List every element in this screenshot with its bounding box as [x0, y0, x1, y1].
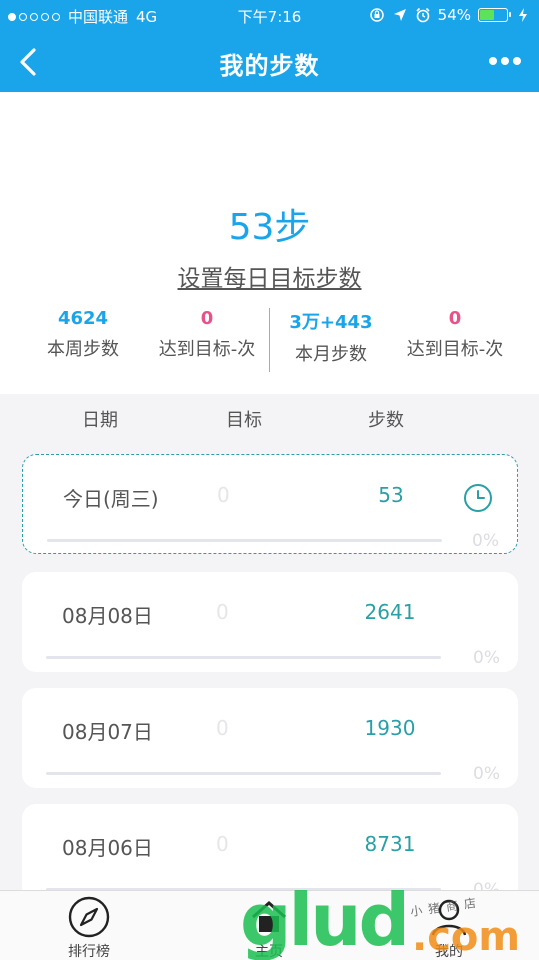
more-dot-icon	[489, 57, 497, 65]
stat-week-steps: 4624 本周步数	[16, 308, 150, 361]
row-percent: 0%	[473, 648, 500, 668]
row-goal: 0	[216, 600, 229, 624]
clock-icon[interactable]	[463, 483, 493, 513]
row-progress-bar	[47, 539, 442, 542]
watermark-suffix: .com	[412, 914, 521, 960]
stat-value: 4624	[57, 308, 109, 329]
row-date: 08月07日	[62, 720, 153, 744]
more-dot-icon	[501, 57, 509, 65]
step-summary: 53步 设置每日目标步数 4624 本周步数 0 达到目标-次 3万+443 本…	[0, 92, 539, 394]
stat-label: 本周步数	[47, 339, 119, 360]
row-steps: 1930	[364, 716, 416, 740]
rotation-lock-icon	[369, 7, 385, 23]
day-row[interactable]: 08月07日 0 1930 0%	[22, 688, 518, 788]
stat-month-steps: 3万+443 本月步数	[264, 308, 398, 366]
row-progress-bar	[46, 772, 441, 775]
location-icon	[392, 7, 408, 23]
stat-label: 达到目标-次	[158, 339, 256, 360]
page-title: 我的步数	[219, 52, 320, 80]
battery-percent: 54%	[437, 6, 471, 24]
day-row[interactable]: 08月08日 0 2641 0%	[22, 572, 518, 672]
column-header-date: 日期	[82, 410, 118, 431]
stat-label: 达到目标-次	[406, 339, 504, 360]
day-row-today[interactable]: 今日(周三) 0 53 0%	[22, 454, 518, 554]
set-daily-goal-link[interactable]: 设置每日目标步数	[0, 259, 539, 293]
top-bar: 中国联通 4G 下午7:16 54% 我的步数	[0, 0, 539, 92]
row-percent: 0%	[473, 880, 500, 890]
more-options-button[interactable]	[485, 46, 525, 76]
row-steps: 8731	[364, 832, 416, 856]
stat-value: 0	[200, 308, 214, 329]
column-header-steps: 步数	[368, 410, 404, 431]
stat-month-goal-reached: 0 达到目标-次	[388, 308, 522, 361]
navigation-bar: 我的步数	[0, 32, 539, 92]
battery-icon	[478, 8, 511, 22]
compass-icon	[65, 895, 113, 939]
daily-steps-list[interactable]: 日期 目标 步数 今日(周三) 0 53 0% 08月08日 0 2641 0%…	[0, 394, 539, 890]
today-steps: 53步	[228, 207, 311, 248]
stat-value: 3万+443	[289, 312, 373, 333]
watermark-brand: glud	[240, 878, 410, 960]
tab-label: 排行榜	[68, 944, 110, 960]
tab-leaderboard[interactable]: 排行榜	[44, 895, 134, 960]
row-steps: 2641	[364, 600, 416, 624]
row-goal: 0	[217, 483, 230, 507]
row-progress-bar	[46, 656, 441, 659]
row-percent: 0%	[472, 531, 499, 551]
stats-row: 4624 本周步数 0 达到目标-次 3万+443 本月步数 0 达到目标-次	[0, 308, 539, 372]
row-steps: 53	[378, 483, 404, 507]
row-percent: 0%	[473, 764, 500, 784]
stat-value: 0	[448, 308, 462, 329]
charging-icon	[515, 7, 531, 23]
alarm-icon	[415, 7, 431, 23]
row-date: 08月08日	[62, 604, 153, 628]
row-date: 今日(周三)	[63, 487, 159, 511]
more-dot-icon	[513, 57, 521, 65]
row-date: 08月06日	[62, 836, 153, 860]
row-goal: 0	[216, 832, 229, 856]
stat-week-goal-reached: 0 达到目标-次	[140, 308, 274, 361]
stat-label: 本月步数	[295, 344, 367, 365]
status-bar: 中国联通 4G 下午7:16 54%	[0, 0, 539, 32]
row-goal: 0	[216, 716, 229, 740]
column-header-goal: 目标	[226, 410, 262, 431]
